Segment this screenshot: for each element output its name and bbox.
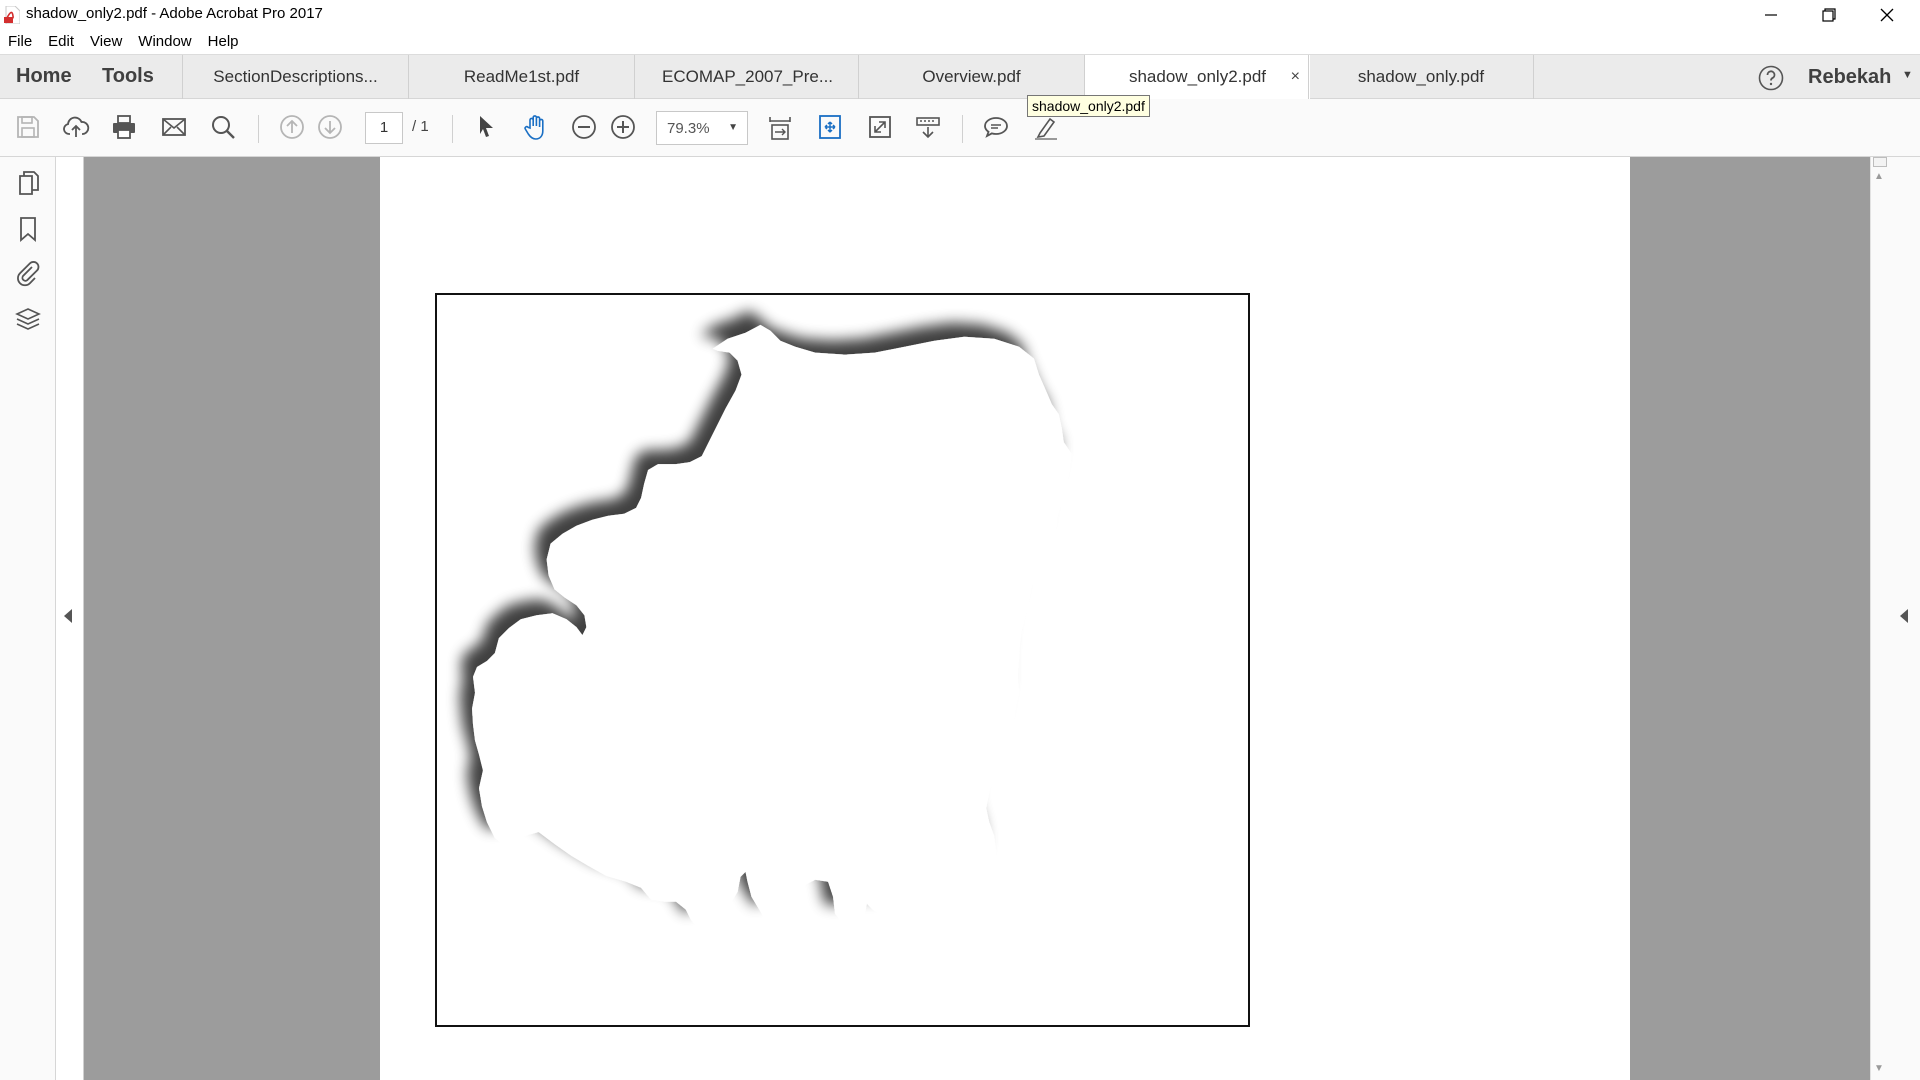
toolbar-separator	[962, 115, 963, 143]
left-panel-toggle[interactable]	[56, 157, 84, 1080]
select-tool-button[interactable]	[470, 111, 502, 143]
expand-arrow-icon	[1900, 609, 1908, 623]
page-fit-icon	[769, 117, 791, 140]
save-icon	[17, 116, 39, 138]
email-icon	[162, 118, 186, 136]
fit-width-button[interactable]	[814, 111, 846, 143]
comment-button[interactable]	[980, 111, 1012, 143]
highlight-icon	[1035, 117, 1057, 140]
close-icon	[1880, 8, 1894, 22]
close-window-button[interactable]	[1858, 0, 1916, 30]
zoom-in-icon	[611, 115, 635, 139]
tab-tooltip: shadow_only2.pdf	[1027, 95, 1150, 117]
restore-button[interactable]	[1800, 0, 1858, 30]
window-title: shadow_only2.pdf - Adobe Acrobat Pro 201…	[26, 5, 323, 22]
print-icon	[113, 115, 135, 139]
scroll-up-icon[interactable]: ▲	[1874, 171, 1884, 182]
attachments-button[interactable]	[12, 257, 44, 289]
search-icon	[212, 116, 235, 139]
next-page-icon	[318, 115, 342, 139]
map-frame	[435, 293, 1250, 1027]
doc-tab-ecomap[interactable]: ECOMAP_2007_Pre...	[634, 55, 860, 99]
doc-tab-label: ReadMe1st.pdf	[463, 67, 580, 86]
scrollbar-thumb[interactable]	[1873, 157, 1887, 167]
page-thumbnails-button[interactable]	[12, 167, 44, 199]
read-mode-button[interactable]	[912, 111, 944, 143]
select-cursor-icon	[480, 116, 493, 137]
doc-tab-overview[interactable]: Overview.pdf	[858, 55, 1084, 99]
zoom-select[interactable]: 79.3% ▼	[656, 111, 748, 145]
menu-window[interactable]: Window	[130, 30, 199, 54]
shadow-map-shape	[472, 324, 1072, 928]
zoom-value: 79.3%	[667, 120, 710, 137]
prev-page-button[interactable]	[276, 111, 308, 143]
toolbar-separator	[258, 115, 259, 143]
doc-tab-label: Overview.pdf	[922, 67, 1021, 86]
read-mode-icon	[916, 117, 940, 139]
attachment-icon	[17, 261, 40, 287]
next-page-button[interactable]	[314, 111, 346, 143]
right-pane-toggle[interactable]	[1888, 157, 1920, 1080]
email-button[interactable]	[158, 111, 190, 143]
page-fit-button[interactable]	[764, 111, 796, 143]
fit-width-icon	[819, 115, 841, 139]
close-tab-icon[interactable]: ×	[1291, 55, 1300, 99]
menu-edit[interactable]: Edit	[40, 30, 82, 54]
doc-tab-sectiondescriptions[interactable]: SectionDescriptions...	[182, 55, 408, 99]
tab-tools[interactable]: Tools	[102, 65, 154, 88]
menu-bar: File Edit View Window Help	[0, 30, 1920, 54]
upload-cloud-button[interactable]	[60, 111, 92, 143]
zoom-out-icon	[572, 115, 596, 139]
zoom-in-button[interactable]	[607, 111, 639, 143]
document-viewer[interactable]	[56, 157, 1870, 1080]
tab-bar: Home Tools SectionDescriptions... ReadMe…	[0, 54, 1920, 100]
doc-tab-label: ECOMAP_2007_Pre...	[661, 67, 834, 86]
layers-icon	[15, 308, 41, 330]
toolbar: 1 / 1 79.3% ▼	[0, 99, 1920, 157]
chevron-down-icon: ▼	[728, 122, 738, 133]
menu-file[interactable]: File	[0, 30, 40, 54]
acrobat-pdf-icon	[4, 6, 20, 24]
navigation-pane	[0, 157, 56, 1080]
tab-home[interactable]: Home	[16, 65, 72, 88]
scroll-down-icon[interactable]: ▼	[1874, 1063, 1884, 1074]
restore-icon	[1822, 8, 1836, 22]
minimize-button[interactable]	[1742, 0, 1800, 30]
bookmark-icon	[20, 217, 36, 242]
hand-icon	[524, 115, 544, 140]
doc-tab-shadow-only2[interactable]: shadow_only2.pdf ×	[1084, 55, 1310, 100]
prev-page-icon	[280, 115, 304, 139]
doc-tab-label: shadow_only2.pdf	[1128, 67, 1267, 86]
search-button[interactable]	[207, 111, 239, 143]
hand-tool-button[interactable]	[520, 111, 552, 143]
upload-icon	[63, 116, 90, 137]
print-button[interactable]	[108, 111, 140, 143]
doc-tab-shadow-only[interactable]: shadow_only.pdf	[1308, 55, 1534, 99]
page-total: / 1	[412, 118, 429, 135]
menu-view[interactable]: View	[82, 30, 130, 54]
zoom-out-button[interactable]	[568, 111, 600, 143]
vertical-scrollbar[interactable]: ▲ ▼	[1870, 157, 1888, 1080]
toolbar-separator	[452, 115, 453, 143]
bookmarks-button[interactable]	[12, 213, 44, 245]
doc-tab-readme1st[interactable]: ReadMe1st.pdf	[408, 55, 634, 99]
acrobat-window: shadow_only2.pdf - Adobe Acrobat Pro 201…	[0, 0, 1920, 1080]
page-number-input[interactable]: 1	[365, 112, 403, 144]
collapse-arrow-icon	[64, 609, 72, 623]
full-screen-button[interactable]	[864, 111, 896, 143]
doc-tab-label: shadow_only.pdf	[1357, 67, 1485, 86]
comment-icon	[984, 117, 1008, 138]
page-thumbnails-icon	[19, 171, 39, 195]
pdf-page	[380, 157, 1630, 1080]
layers-button[interactable]	[12, 303, 44, 335]
doc-tab-label: SectionDescriptions...	[213, 67, 378, 86]
full-screen-icon	[869, 116, 891, 138]
chevron-down-icon[interactable]: ▼	[1902, 69, 1913, 81]
help-icon[interactable]	[1758, 65, 1784, 91]
save-button[interactable]	[12, 111, 44, 143]
title-bar: shadow_only2.pdf - Adobe Acrobat Pro 201…	[0, 0, 1920, 30]
user-menu[interactable]: Rebekah	[1808, 66, 1891, 89]
minimize-icon	[1765, 14, 1777, 16]
menu-help[interactable]: Help	[200, 30, 247, 54]
